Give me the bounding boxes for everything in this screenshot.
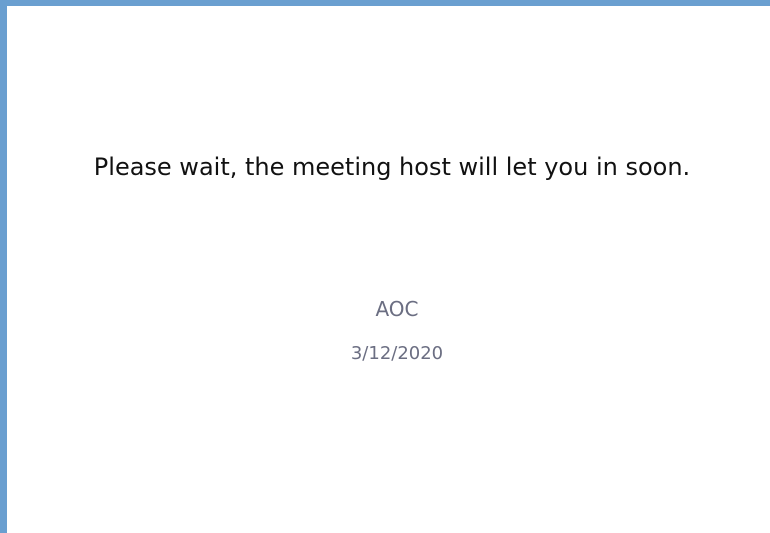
waiting-room-window: Please wait, the meeting host will let y… bbox=[0, 0, 770, 533]
waiting-message: Please wait, the meeting host will let y… bbox=[93, 153, 691, 181]
meeting-date: 3/12/2020 bbox=[350, 343, 444, 364]
meeting-name: AOC bbox=[375, 297, 419, 321]
